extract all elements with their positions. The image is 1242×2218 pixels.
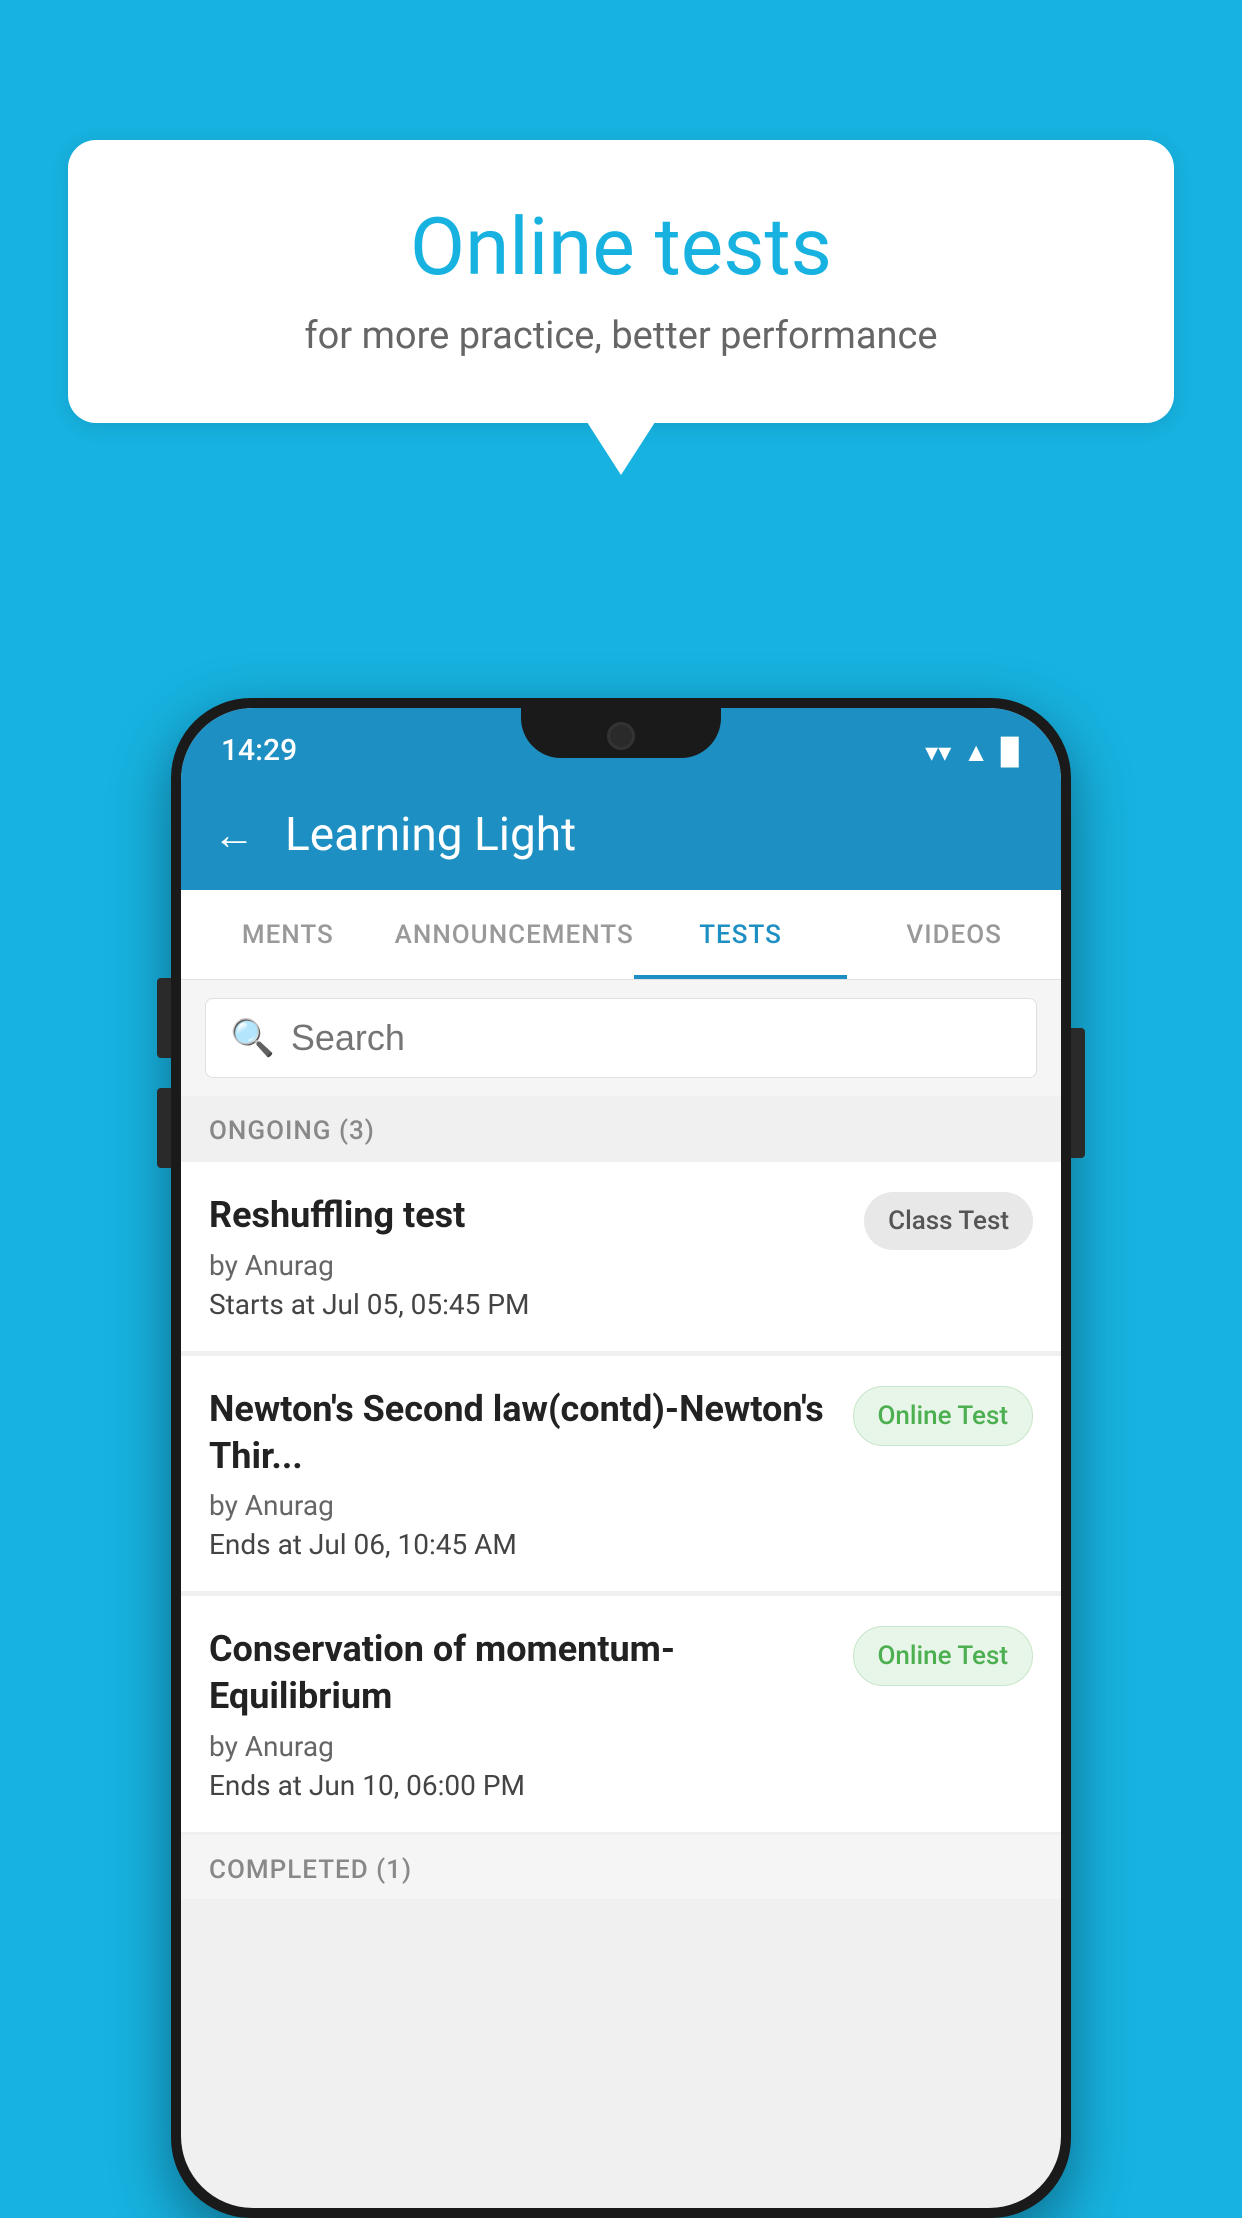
wifi-icon: ▾▾ <box>925 738 951 768</box>
ongoing-section-header: ONGOING (3) <box>181 1096 1061 1160</box>
online-test-badge: Online Test <box>853 1626 1034 1686</box>
test-name: Conservation of momentum-Equilibrium <box>209 1626 833 1720</box>
completed-section-header: COMPLETED (1) <box>181 1835 1061 1899</box>
tab-ments[interactable]: MENTS <box>181 890 395 979</box>
test-info: Conservation of momentum-Equilibrium by … <box>209 1626 853 1802</box>
notch <box>521 708 721 758</box>
test-author: by Anurag <box>209 1489 833 1522</box>
signal-icon: ▲ <box>963 737 989 768</box>
test-item[interactable]: Conservation of momentum-Equilibrium by … <box>181 1596 1061 1833</box>
camera <box>607 722 635 750</box>
phone-frame: 14:29 ▾▾ ▲ ▉ ← Learning Light MENTS ANNO… <box>171 698 1071 2218</box>
tab-videos[interactable]: VIDEOS <box>847 890 1061 979</box>
test-item[interactable]: Newton's Second law(contd)-Newton's Thir… <box>181 1356 1061 1593</box>
screen-content: ← Learning Light MENTS ANNOUNCEMENTS TES… <box>181 780 1061 2208</box>
test-name: Newton's Second law(contd)-Newton's Thir… <box>209 1386 833 1480</box>
test-author: by Anurag <box>209 1249 844 1282</box>
search-container: 🔍 <box>181 980 1061 1096</box>
promo-card: Online tests for more practice, better p… <box>68 140 1174 423</box>
test-date: Ends at Jun 10, 06:00 PM <box>209 1769 833 1802</box>
back-button[interactable]: ← <box>213 811 255 860</box>
status-time: 14:29 <box>221 733 297 768</box>
search-input[interactable] <box>291 1017 1012 1059</box>
app-bar: ← Learning Light <box>181 780 1061 890</box>
bubble-title: Online tests <box>148 200 1094 294</box>
volume-down-button[interactable] <box>157 1088 171 1168</box>
tab-tests[interactable]: TESTS <box>634 890 848 979</box>
test-info: Newton's Second law(contd)-Newton's Thir… <box>209 1386 853 1562</box>
test-date: Starts at Jul 05, 05:45 PM <box>209 1288 844 1321</box>
online-test-badge: Online Test <box>853 1386 1034 1446</box>
phone-screen: 14:29 ▾▾ ▲ ▉ ← Learning Light MENTS ANNO… <box>181 708 1061 2208</box>
power-button[interactable] <box>1071 1028 1085 1158</box>
app-title: Learning Light <box>285 808 576 862</box>
volume-up-button[interactable] <box>157 978 171 1058</box>
battery-icon: ▉ <box>1001 738 1021 768</box>
search-icon: 🔍 <box>230 1017 275 1059</box>
status-icons: ▾▾ ▲ ▉ <box>925 737 1021 768</box>
speech-bubble: Online tests for more practice, better p… <box>68 140 1174 423</box>
test-name: Reshuffling test <box>209 1192 844 1239</box>
tab-bar: MENTS ANNOUNCEMENTS TESTS VIDEOS <box>181 890 1061 980</box>
bubble-subtitle: for more practice, better performance <box>148 314 1094 358</box>
test-info: Reshuffling test by Anurag Starts at Jul… <box>209 1192 864 1321</box>
class-test-badge: Class Test <box>864 1192 1033 1250</box>
test-date: Ends at Jul 06, 10:45 AM <box>209 1528 833 1561</box>
tab-announcements[interactable]: ANNOUNCEMENTS <box>395 890 634 979</box>
test-author: by Anurag <box>209 1730 833 1763</box>
search-bar: 🔍 <box>205 998 1037 1078</box>
test-item[interactable]: Reshuffling test by Anurag Starts at Jul… <box>181 1162 1061 1352</box>
